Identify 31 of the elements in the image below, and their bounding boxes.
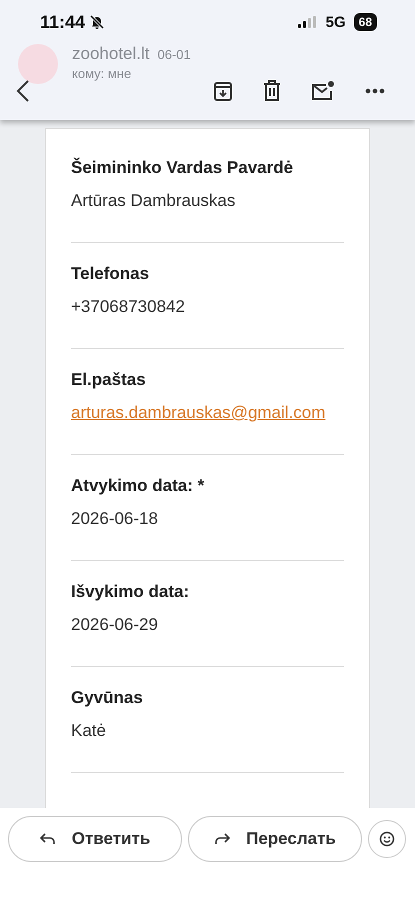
recipient-label: кому: мне <box>72 66 132 81</box>
battery-level: 68 <box>354 13 377 31</box>
forward-arrow-icon <box>214 833 230 845</box>
muted-bell-icon <box>89 14 106 30</box>
message-date: 06-01 <box>158 47 191 62</box>
field-value: Artūras Dambrauskas <box>71 190 236 212</box>
field-label: Šeimininko Vardas Pavardė <box>71 157 294 179</box>
trash-icon[interactable] <box>263 80 281 102</box>
clock-time: 11:44 <box>40 12 86 32</box>
field-label: El.paštas <box>71 369 147 391</box>
smiley-icon <box>379 831 395 847</box>
forward-button[interactable]: Переслать <box>188 816 362 862</box>
field-value: +37068730842 <box>71 296 186 318</box>
signal-icon <box>298 16 318 28</box>
reply-arrow-icon <box>40 833 56 845</box>
field-label: Atvykimo data: * <box>71 475 206 497</box>
field-value: 2026-06-29 <box>71 614 159 636</box>
back-icon[interactable] <box>16 79 30 103</box>
more-icon[interactable] <box>365 88 385 94</box>
emoji-button[interactable] <box>368 820 406 858</box>
archive-icon[interactable] <box>213 80 233 102</box>
network-type: 5G <box>326 14 346 30</box>
field-label: Telefonas <box>71 263 150 285</box>
reply-button[interactable]: Ответить <box>8 816 182 862</box>
avatar-icon <box>18 44 58 84</box>
field-value: Katė <box>71 720 107 742</box>
field-value: 2026-06-18 <box>71 508 159 530</box>
field-label: Gyvūnas <box>71 687 144 709</box>
mail-icon[interactable] <box>311 80 335 102</box>
field-label: Išvykimo data: <box>71 581 190 603</box>
sender-name: zoohotel.lt <box>72 44 150 64</box>
